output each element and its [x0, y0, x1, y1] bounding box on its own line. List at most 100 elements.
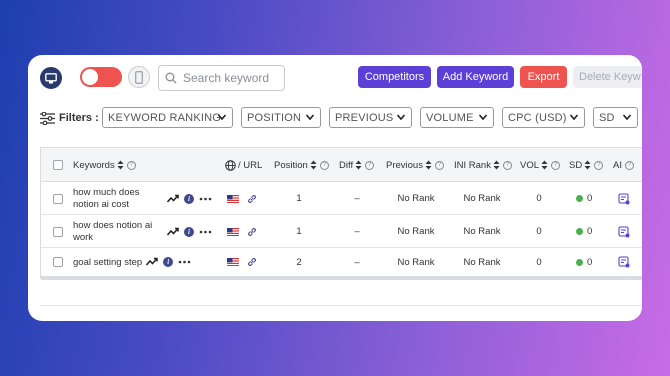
checkbox[interactable]: [53, 193, 63, 204]
more-icon[interactable]: [199, 230, 212, 234]
horizontal-scrollbar[interactable]: [41, 276, 642, 280]
filter-sliders-icon: [40, 111, 55, 125]
help-icon[interactable]: ?: [434, 160, 444, 170]
sort-icon[interactable]: [493, 160, 500, 170]
help-icon[interactable]: ?: [319, 160, 329, 170]
more-icon[interactable]: [178, 260, 191, 264]
sd-value: 0: [587, 193, 593, 204]
sd-value: 0: [587, 256, 593, 268]
row-checkbox-cell[interactable]: [53, 248, 63, 276]
info-icon[interactable]: i: [163, 257, 174, 267]
sort-icon[interactable]: [355, 160, 362, 170]
competitors-button[interactable]: Competitors: [358, 66, 431, 88]
header-vol[interactable]: VOL?: [520, 148, 561, 182]
sort-icon[interactable]: [541, 160, 548, 170]
header-label: SD: [569, 159, 583, 171]
trend-icon[interactable]: [146, 257, 158, 267]
ai-cell[interactable]: [618, 248, 630, 276]
checkbox[interactable]: [53, 257, 63, 267]
export-button[interactable]: Export: [520, 66, 567, 88]
filter-volume[interactable]: VOLUME: [420, 107, 494, 128]
filter-sd[interactable]: SD: [593, 107, 638, 128]
header-label: Position: [274, 159, 308, 171]
keywords-table: Keywords? / URL Position? Diff? Previous…: [40, 147, 642, 280]
ai-analysis-icon[interactable]: [618, 192, 630, 205]
ini-rank-cell: No Rank: [463, 193, 501, 204]
search-input[interactable]: [183, 71, 283, 85]
search-box[interactable]: [158, 65, 285, 91]
filter-keyword-ranking[interactable]: KEYWORD RANKING: [102, 107, 233, 128]
help-icon[interactable]: ?: [551, 160, 561, 170]
filter-position[interactable]: POSITION: [241, 107, 321, 128]
row-checkbox-cell[interactable]: [53, 182, 63, 215]
header-sd[interactable]: SD?: [569, 148, 604, 182]
sort-icon[interactable]: [425, 160, 432, 170]
row-checkbox-cell[interactable]: [53, 215, 63, 248]
previous-cell: No Rank: [397, 226, 435, 237]
chevron-down-icon: [622, 114, 632, 121]
trend-icon[interactable]: [167, 227, 179, 237]
link-icon[interactable]: [247, 194, 257, 204]
us-flag-icon: [227, 194, 239, 203]
header-ini-rank[interactable]: INI Rank?: [454, 148, 512, 182]
vol-cell: 0: [536, 193, 542, 204]
sort-icon[interactable]: [117, 160, 124, 170]
ai-analysis-icon[interactable]: [618, 256, 630, 268]
help-icon[interactable]: ?: [624, 160, 634, 170]
help-icon[interactable]: ?: [594, 160, 604, 170]
desktop-icon: [45, 72, 57, 83]
sd-cell: 0: [576, 182, 592, 215]
header-previous[interactable]: Previous?: [386, 148, 444, 182]
more-icon[interactable]: [199, 197, 212, 201]
mobile-icon: [135, 70, 143, 84]
trend-icon[interactable]: [167, 194, 179, 204]
sd-status-dot: [576, 195, 583, 202]
filter-label: PREVIOUS: [335, 111, 394, 124]
keyword-actions: i: [167, 182, 212, 215]
url-cell: [227, 215, 257, 248]
position-cell: 2: [296, 256, 302, 268]
add-keyword-button[interactable]: Add Keyword: [437, 66, 514, 88]
info-icon[interactable]: i: [184, 193, 194, 204]
delete-keyword-button[interactable]: Delete Keyw: [573, 66, 642, 88]
vol-cell: 0: [536, 256, 542, 268]
help-icon[interactable]: ?: [502, 160, 512, 170]
ai-analysis-icon[interactable]: [618, 225, 630, 238]
chevron-down-icon: [217, 114, 227, 121]
table-header: Keywords? / URL Position? Diff? Previous…: [41, 148, 642, 182]
url-cell: [227, 182, 257, 215]
mobile-view-button[interactable]: [128, 66, 150, 88]
help-icon[interactable]: ?: [365, 160, 375, 170]
select-all-checkbox[interactable]: [53, 148, 63, 182]
sd-cell: 0: [576, 215, 592, 248]
header-diff[interactable]: Diff?: [339, 148, 375, 182]
ai-cell[interactable]: [618, 182, 630, 215]
info-icon[interactable]: i: [184, 226, 194, 237]
header-position[interactable]: Position?: [274, 148, 329, 182]
position-cell: 1: [296, 226, 302, 237]
link-icon[interactable]: [247, 227, 257, 237]
link-icon[interactable]: [247, 257, 257, 267]
sort-icon[interactable]: [584, 160, 591, 170]
keyword-tracker-card: Competitors Add Keyword Export Delete Ke…: [28, 55, 642, 321]
filter-cpc[interactable]: CPC (USD): [502, 107, 585, 128]
filters-bar: Filters : KEYWORD RANKING POSITION PREVI…: [40, 107, 640, 129]
ai-cell[interactable]: [618, 215, 630, 248]
table-row: how much does notion ai cost i 1 – No Ra…: [41, 182, 642, 215]
header-keywords[interactable]: Keywords?: [73, 148, 136, 182]
table-row: how does notion ai work i 1 – No Rank No…: [41, 215, 642, 248]
device-toggle[interactable]: [80, 67, 122, 87]
filter-label: CPC (USD): [508, 111, 567, 124]
header-label: Keywords: [73, 159, 115, 171]
checkbox[interactable]: [53, 160, 63, 170]
previous-cell: No Rank: [397, 193, 435, 204]
filter-previous[interactable]: PREVIOUS: [329, 107, 412, 128]
help-icon[interactable]: ?: [126, 160, 136, 170]
header-url: / URL: [225, 148, 262, 182]
checkbox[interactable]: [53, 226, 63, 237]
chevron-down-icon: [478, 114, 488, 121]
keyword-cell: how much does notion ai cost: [73, 182, 165, 215]
desktop-view-button[interactable]: [40, 67, 62, 89]
sd-status-dot: [576, 258, 583, 266]
sort-icon[interactable]: [310, 160, 317, 170]
